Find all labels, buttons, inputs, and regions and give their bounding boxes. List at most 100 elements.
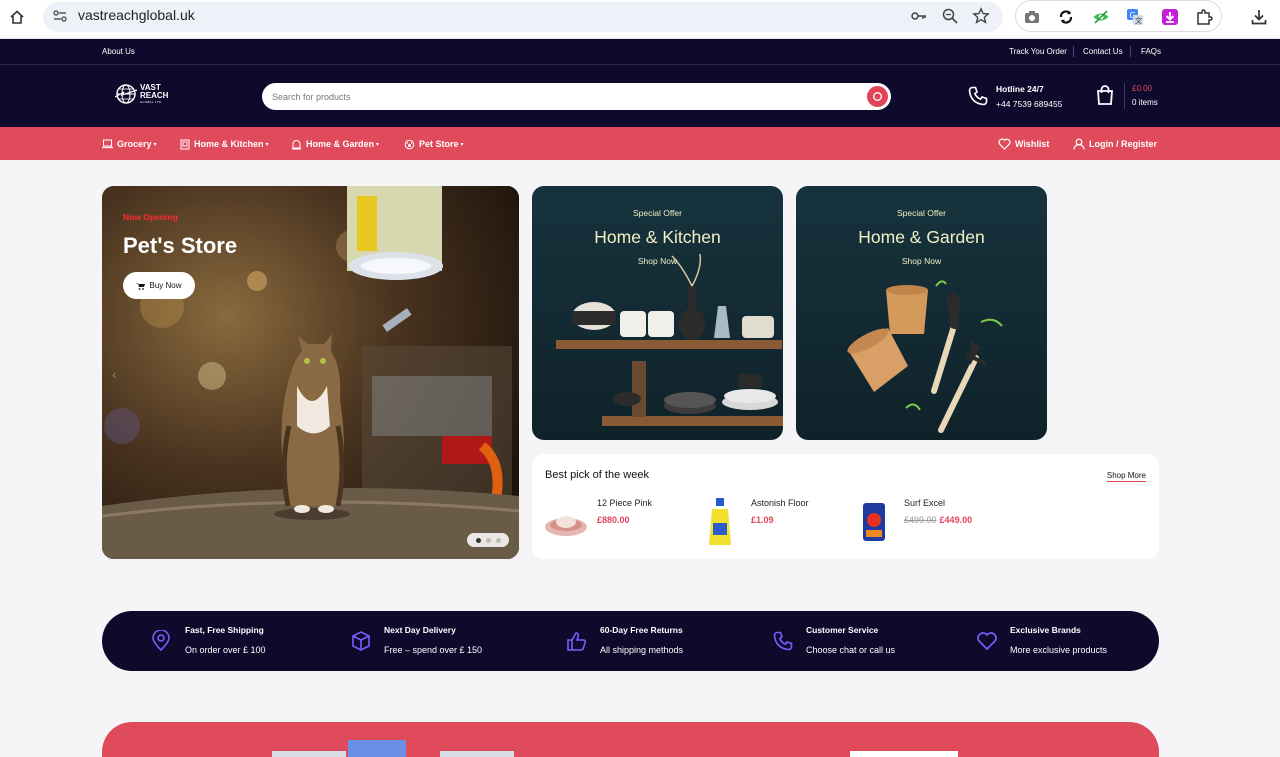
best-pick-item[interactable]: Astonish Floor £1.09 — [698, 496, 838, 551]
best-pick-title: Best pick of the week — [545, 469, 649, 481]
shopping-bag-icon[interactable] — [1094, 84, 1116, 106]
login-label: Login / Register — [1089, 139, 1158, 149]
extensions-group: G文 — [1015, 0, 1222, 32]
nav-item-home-kitchen[interactable]: Home & Kitchen ▾ — [180, 137, 269, 151]
feature-title: Fast, Free Shipping — [185, 625, 264, 635]
fridge-icon — [180, 139, 190, 149]
best-pick-item[interactable]: Surf Excel £499.00 £449.00 — [852, 496, 1052, 551]
nav-item-home-garden[interactable]: Home & Garden ▾ — [291, 137, 379, 151]
promo-title: Home & Kitchen — [594, 227, 721, 247]
shop-now-link[interactable]: Shop Now — [796, 256, 1047, 266]
search-input[interactable] — [272, 89, 852, 104]
buy-now-button[interactable]: Buy Now — [123, 272, 195, 299]
feature-subtitle: More exclusive products — [1010, 645, 1108, 655]
current-price: £1.09 — [751, 515, 774, 525]
url-text[interactable]: vastreachglobal.uk — [78, 7, 195, 23]
promo-card-home-garden[interactable]: Special Offer Home & Garden Shop Now — [796, 186, 1047, 440]
site-logo[interactable]: VAST REACH GLOBAL LTD — [115, 82, 175, 106]
logo-line: REACH — [140, 91, 169, 100]
zoom-icon[interactable] — [941, 7, 959, 25]
product-name[interactable]: Surf Excel — [904, 498, 945, 508]
hero-tag: Now Opening — [123, 212, 178, 222]
product-name[interactable]: 12 Piece Pink — [597, 498, 652, 508]
feature-title: Exclusive Brands — [1010, 625, 1081, 635]
pink-dinner-set-image — [545, 516, 587, 536]
contact-us-link[interactable]: Contact Us — [1083, 47, 1123, 56]
browser-toolbar: vastreachglobal.uk G文 — [0, 0, 1280, 39]
about-us-link[interactable]: About Us — [102, 47, 135, 56]
feature-free-returns: 60-Day Free Returns All shipping methods — [566, 611, 746, 671]
chevron-down-icon: ▾ — [376, 141, 380, 148]
logo-wordmark: VAST REACH GLOBAL LTD — [140, 84, 169, 105]
faqs-link[interactable]: FAQs — [1141, 47, 1161, 56]
banner-image-fragment — [348, 740, 406, 757]
hero-slider[interactable]: Now Opening Pet's Store Buy Now ‹ — [102, 186, 519, 559]
main-navigation: Grocery ▾ Home & Kitchen ▾ Home & Garden ▾ … — [0, 127, 1280, 160]
hero-title: Pet's Store — [123, 233, 238, 258]
home-icon[interactable] — [6, 6, 28, 28]
slider-pagination — [467, 533, 509, 547]
promo-card-home-kitchen[interactable]: Special Offer Home & Kitchen Shop Now — [532, 186, 783, 440]
feature-subtitle: On order over £ 100 — [185, 645, 266, 655]
login-register-link[interactable]: Login / Register — [1073, 137, 1157, 151]
bottom-promo-banner[interactable] — [102, 722, 1159, 757]
kitchen-shelf-image — [556, 253, 783, 426]
search-button[interactable] — [867, 86, 888, 107]
shop-now-link[interactable]: Shop Now — [532, 256, 783, 266]
downloads-icon[interactable] — [1248, 6, 1270, 28]
slider-dot[interactable] — [495, 537, 501, 543]
slider-prev-arrow[interactable]: ‹ — [112, 366, 117, 382]
site-settings-icon[interactable] — [52, 8, 68, 24]
product-price: £880.00 — [597, 515, 630, 525]
translate-icon[interactable]: G文 — [1125, 7, 1145, 27]
product-name[interactable]: Astonish Floor — [751, 498, 809, 508]
hotline-title: Hotline 24/7 — [996, 84, 1044, 94]
camera-icon[interactable] — [1022, 7, 1042, 27]
laptop-icon — [102, 139, 113, 149]
wishlist-link[interactable]: Wishlist — [998, 137, 1049, 151]
logo-subline: GLOBAL LTD — [140, 100, 162, 104]
nav-item-pet-store[interactable]: Pet Store ▾ — [404, 137, 464, 151]
cart-total[interactable]: £0.00 — [1132, 84, 1152, 93]
chevron-down-icon: ▾ — [265, 141, 269, 148]
extensions-puzzle-icon[interactable] — [1194, 7, 1214, 27]
nav-label: Home & Kitchen — [194, 139, 264, 149]
hotline-number[interactable]: +44 7539 689455 — [996, 99, 1062, 109]
product-thumbnail[interactable] — [852, 496, 896, 548]
phone-icon — [968, 86, 988, 106]
cart-item-count[interactable]: 0 items — [1132, 98, 1158, 107]
garden-icon — [292, 139, 301, 149]
sync-icon[interactable] — [1056, 7, 1076, 27]
topbar-divider — [1130, 46, 1131, 57]
promo-tag: Special Offer — [633, 208, 682, 218]
topbar-divider — [1073, 46, 1074, 57]
banner-image-fragment — [272, 751, 346, 757]
shop-more-link[interactable]: Shop More — [1106, 471, 1146, 482]
product-thumbnail[interactable] — [544, 496, 588, 548]
download-manager-icon[interactable] — [1160, 7, 1180, 27]
track-order-link[interactable]: Track You Order — [1009, 47, 1067, 56]
password-key-icon[interactable] — [910, 7, 928, 25]
box-icon — [352, 631, 370, 651]
svg-text:文: 文 — [1135, 16, 1142, 25]
bookmark-star-icon[interactable] — [972, 7, 990, 25]
product-thumbnail[interactable] — [698, 496, 742, 548]
phone-icon — [773, 631, 793, 651]
nav-item-grocery[interactable]: Grocery ▾ — [102, 137, 157, 151]
thumbs-up-icon — [567, 632, 587, 651]
pet-icon — [404, 139, 415, 149]
site-header: VAST REACH GLOBAL LTD Hotline 24/7 +44 7… — [0, 65, 1280, 127]
slider-dot[interactable] — [475, 537, 481, 543]
feature-free-shipping: Fast, Free Shipping On order over £ 100 — [150, 611, 340, 671]
heart-icon — [977, 632, 997, 651]
location-pin-icon — [152, 630, 170, 652]
promo-title: Home & Garden — [858, 227, 985, 247]
best-pick-item[interactable]: 12 Piece Pink £880.00 — [544, 496, 684, 551]
feature-title: 60-Day Free Returns — [600, 625, 683, 635]
top-utility-bar: About Us Track You Order Contact Us FAQs — [0, 39, 1280, 65]
eye-extension-icon[interactable] — [1091, 7, 1111, 27]
heart-icon — [998, 138, 1011, 150]
slider-dot[interactable] — [485, 537, 491, 543]
feature-exclusive-brands: Exclusive Brands More exclusive products — [976, 611, 1146, 671]
banner-image-fragment — [850, 751, 958, 757]
